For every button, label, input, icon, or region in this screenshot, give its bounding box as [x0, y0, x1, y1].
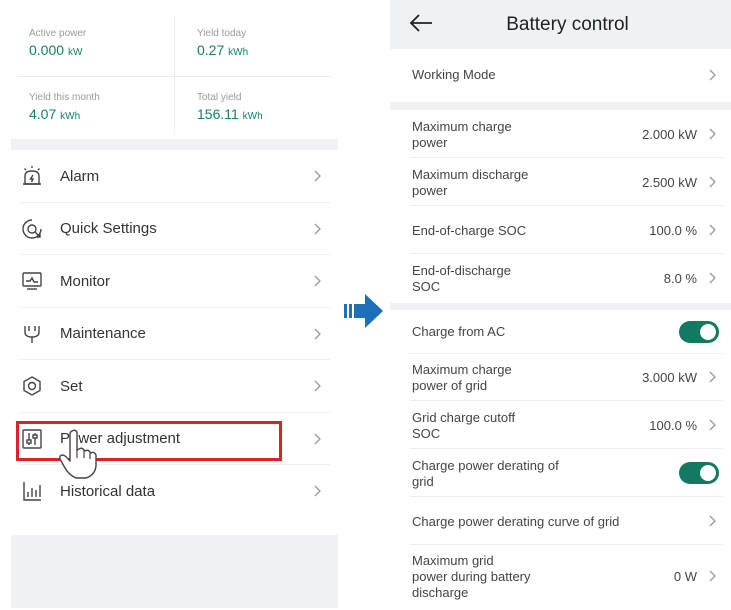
max-charge-power-grid-label: Maximum charge power of grid [412, 362, 512, 393]
menu-item-alarm[interactable]: Alarm [11, 150, 338, 203]
battery-control-panel: Battery control Working Mode Maximum cha… [390, 0, 731, 610]
max-charge-power-label: Maximum charge power [412, 119, 512, 150]
charge-from-ac-toggle[interactable] [679, 321, 719, 343]
charge-discharge-section: Maximum charge power 2.000 kW Maximum dis… [390, 110, 731, 303]
device-menu-panel: Active power 0.000 kW Yield today 0.27 k… [11, 14, 338, 608]
chevron-right-icon [707, 223, 717, 237]
pointing-hand-icon [59, 429, 97, 479]
chevron-right-icon [312, 222, 322, 236]
page-title: Battery control [506, 14, 629, 35]
chevron-right-icon [707, 271, 717, 285]
grid-charging-section: Charge from AC Maximum charge power of gr… [390, 310, 731, 610]
menu-item-maintenance[interactable]: Maintenance [11, 308, 338, 361]
chevron-right-icon [707, 127, 717, 141]
grid-charge-cutoff-soc-value: 100.0 % [649, 418, 697, 433]
max-grid-power-discharge-label: Maximum grid power during battery discharg… [412, 553, 531, 600]
max-grid-power-discharge-value: 0 W [673, 569, 697, 584]
charge-from-ac-row: Charge from AC [390, 310, 731, 354]
menu-item-quick-settings[interactable]: Quick Settings [11, 203, 338, 256]
settings-hex-icon [21, 375, 43, 397]
total-yield-label: Total yield [197, 92, 242, 103]
end-charge-soc-value: 100.0 % [649, 223, 697, 238]
chevron-right-icon [312, 274, 322, 288]
max-discharge-power-value: 2.500 kW [642, 175, 697, 190]
end-discharge-soc-label: End-of-discharge SOC [412, 263, 511, 294]
chevron-right-icon [312, 169, 322, 183]
alarm-icon [21, 165, 43, 187]
chevron-right-icon [312, 327, 322, 341]
chevron-right-icon [312, 484, 322, 498]
yield-month-stat: Yield this month 4.07 kWh [29, 92, 100, 122]
working-mode-row[interactable]: Working Mode [390, 49, 731, 102]
max-charge-power-row[interactable]: Maximum charge power 2.000 kW [390, 110, 731, 158]
active-power-label: Active power [29, 28, 87, 39]
historical-data-icon [21, 480, 43, 502]
charge-power-derating-label: Charge power derating of grid [412, 458, 559, 489]
active-power-value: 0.000 kW [29, 42, 83, 58]
end-discharge-soc-row[interactable]: End-of-discharge SOC 8.0 % [390, 254, 731, 303]
working-mode-section: Working Mode [390, 49, 731, 102]
chevron-right-icon [707, 418, 717, 432]
chevron-right-icon [707, 370, 717, 384]
grid-charge-cutoff-soc-row[interactable]: Grid charge cutoff SOC 100.0 % [390, 401, 731, 449]
end-discharge-soc-value: 8.0 % [663, 271, 697, 286]
header: Battery control [390, 0, 731, 46]
chevron-right-icon [707, 68, 717, 82]
menu-item-label: Historical data [60, 482, 156, 500]
working-mode-label: Working Mode [412, 67, 496, 82]
max-charge-power-grid-value: 3.000 kW [642, 370, 697, 385]
menu-item-label: Quick Settings [60, 220, 157, 238]
toggle-knob [700, 465, 716, 481]
charge-power-derating-toggle[interactable] [679, 462, 719, 484]
chevron-right-icon [312, 432, 322, 446]
yield-summary: Active power 0.000 kW Yield today 0.27 k… [11, 14, 338, 139]
yield-month-label: Yield this month [29, 92, 100, 103]
flow-arrow-icon [344, 294, 383, 328]
yield-today-stat: Yield today 0.27 kWh [197, 28, 248, 58]
yield-today-value: 0.27 kWh [197, 42, 249, 58]
menu-item-label: Maintenance [60, 325, 146, 343]
chevron-right-icon [707, 175, 717, 189]
max-discharge-power-row[interactable]: Maximum discharge power 2.500 kW [390, 158, 731, 206]
max-charge-power-value: 2.000 kW [642, 127, 697, 142]
max-discharge-power-label: Maximum discharge power [412, 167, 529, 198]
max-grid-power-discharge-row[interactable]: Maximum grid power during battery discharg… [390, 545, 731, 605]
max-charge-power-grid-row[interactable]: Maximum charge power of grid 3.000 kW [390, 354, 731, 401]
menu-item-monitor[interactable]: Monitor [11, 255, 338, 308]
divider [17, 76, 332, 77]
maintenance-icon [21, 323, 43, 345]
quick-settings-icon [21, 218, 43, 240]
divider [174, 16, 175, 133]
yield-today-label: Yield today [197, 28, 247, 39]
active-power-stat: Active power 0.000 kW [29, 28, 86, 58]
yield-month-value: 4.07 kWh [29, 106, 81, 122]
end-charge-soc-label: End-of-charge SOC [412, 223, 527, 238]
end-charge-soc-row[interactable]: End-of-charge SOC 100.0 % [390, 206, 731, 254]
power-adjustment-icon [21, 428, 43, 450]
derating-curve-row[interactable]: Charge power derating curve of grid [390, 497, 731, 545]
chevron-right-icon [707, 514, 717, 528]
menu-item-label: Alarm [60, 167, 100, 185]
menu-item-set[interactable]: Set [11, 360, 338, 413]
chevron-right-icon [707, 569, 717, 583]
grid-charge-cutoff-soc-label: Grid charge cutoff SOC [412, 410, 516, 441]
menu-item-label: Set [60, 377, 83, 395]
charge-from-ac-label: Charge from AC [412, 324, 506, 339]
menu-item-label: Monitor [60, 272, 111, 290]
charge-power-derating-row: Charge power derating of grid [390, 449, 731, 497]
toggle-knob [700, 324, 716, 340]
monitor-icon [21, 270, 43, 292]
total-yield-value: 156.11 kWh [197, 106, 263, 122]
total-yield-stat: Total yield 156.11 kWh [197, 92, 263, 122]
chevron-right-icon [312, 379, 322, 393]
derating-curve-label: Charge power derating curve of grid [412, 514, 620, 529]
